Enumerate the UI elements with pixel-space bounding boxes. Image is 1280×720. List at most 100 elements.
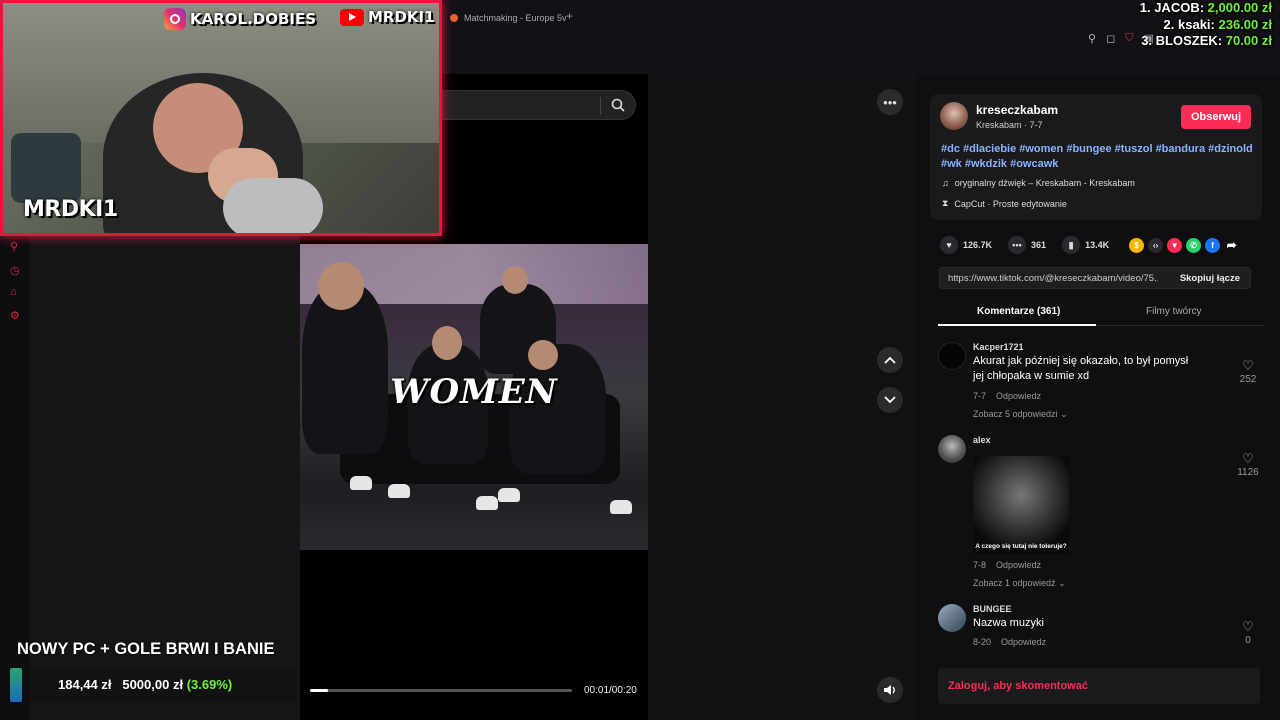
- youtube-handle: MRDKI1: [340, 8, 435, 26]
- login-to-comment-bar[interactable]: Zaloguj, aby skomentować: [938, 668, 1260, 704]
- tab-creator-videos[interactable]: Filmy twórcy: [1146, 306, 1202, 317]
- browser-tab[interactable]: Matchmaking - Europe 5v: [450, 8, 567, 28]
- search-icon[interactable]: [611, 98, 625, 112]
- comment-image-caption: A czego się tutaj nie toleruje?: [975, 543, 1067, 550]
- embed-icon[interactable]: ‹›: [1148, 237, 1164, 253]
- comment-avatar[interactable]: [938, 604, 966, 632]
- view-replies-button[interactable]: Zobacz 1 odpowiedź ⌄: [973, 578, 1066, 589]
- comment-item: Kacper1721 Akurat jak później się okazał…: [938, 342, 1264, 422]
- login-prompt[interactable]: Zaloguj, aby skomentować: [948, 680, 1088, 692]
- donation-leaderboard: 1. JACOB: 2,000.00 zł 2. ksaki: 236.00 z…: [1140, 0, 1272, 50]
- comment-item: BUNGEE Nazwa muzyki 8-20 Odpowiedz ♡ 0: [938, 604, 1264, 652]
- follow-button[interactable]: Obserwuj: [1181, 105, 1251, 129]
- search-input[interactable]: [430, 90, 636, 120]
- goal-current: 184,44 zł: [58, 677, 112, 692]
- whatsapp-icon[interactable]: ✆: [1186, 237, 1202, 253]
- search-divider: [600, 97, 601, 115]
- sound-line[interactable]: ♫ oryginalny dźwięk – Kreskabam - Kreska…: [942, 178, 1135, 188]
- window-icon[interactable]: ◻: [1106, 32, 1115, 45]
- send-icon[interactable]: ▼: [1167, 237, 1183, 253]
- new-tab-button[interactable]: +: [566, 9, 573, 23]
- comment-like-button[interactable]: ♡ 1126: [1234, 451, 1262, 478]
- goal-progress-bar: [10, 668, 22, 702]
- leaderboard-row: 3. BLOSZEK: 70.00 zł: [1140, 33, 1272, 50]
- active-tab-indicator: [938, 324, 1096, 326]
- reply-button[interactable]: Odpowiedz: [996, 560, 1041, 570]
- shield-icon[interactable]: ⛉: [1125, 32, 1133, 45]
- comment-image[interactable]: A czego się tutaj nie toleruje?: [973, 456, 1069, 554]
- reply-button[interactable]: Odpowiedz: [1001, 637, 1046, 647]
- view-replies-button[interactable]: Zobacz 5 odpowiedzi ⌄: [973, 409, 1068, 420]
- sound-name: oryginalny dźwięk – Kreskabam - Kreskaba…: [954, 178, 1135, 188]
- tab-comments[interactable]: Komentarze (361): [977, 306, 1060, 317]
- comment-meta: 7-8 Odpowiedz: [973, 560, 1041, 570]
- bookmark-icon[interactable]: ⌂: [10, 286, 22, 298]
- youtube-icon: [340, 8, 364, 26]
- save-stat[interactable]: ▮ 13.4K: [1062, 236, 1109, 254]
- leaderboard-amount: 70.00 zł: [1225, 33, 1272, 48]
- bookmark-icon: ▮: [1062, 236, 1081, 254]
- leaderboard-amount: 236.00 zł: [1218, 16, 1273, 32]
- chevron-down-icon: [884, 396, 896, 404]
- video-shoe: [350, 476, 372, 490]
- clock-icon[interactable]: ◷: [10, 264, 22, 277]
- copy-link-button[interactable]: Skopiuj łącze: [1180, 273, 1240, 284]
- like-stat[interactable]: ♥ 126.7K: [940, 236, 992, 254]
- video-shoe: [610, 500, 632, 514]
- comment-like-count: 0: [1245, 635, 1251, 646]
- comment-username[interactable]: BUNGEE: [973, 604, 1012, 614]
- goal-target: 5000,00 zł: [122, 677, 184, 692]
- nav-column: [648, 74, 916, 720]
- creator-username[interactable]: kreseczkabam: [976, 103, 1058, 117]
- video-player[interactable]: WOMEN: [300, 244, 648, 550]
- panel-tabs: Komentarze (361) Filmy twórcy: [938, 302, 1264, 326]
- comment-like-button[interactable]: ♡ 0: [1234, 619, 1262, 646]
- tab-title: Matchmaking - Europe 5v: [464, 13, 567, 23]
- facebook-icon[interactable]: f: [1205, 237, 1221, 253]
- video-person-head: [502, 266, 528, 294]
- creator-avatar[interactable]: [940, 102, 968, 130]
- leaderboard-row: 1. JACOB: 2,000.00 zł: [1140, 0, 1272, 17]
- video-progress-bar[interactable]: [310, 689, 572, 692]
- comment-avatar[interactable]: [938, 435, 966, 463]
- webcam-pillow: [11, 133, 81, 203]
- share-arrow-icon[interactable]: ➦: [1224, 238, 1239, 253]
- comment-meta: 8-20 Odpowiedz: [973, 637, 1046, 647]
- speaker-icon: [884, 685, 895, 695]
- comment-count: 361: [1031, 240, 1047, 250]
- comment-date: 7-8: [973, 560, 987, 570]
- leaderboard-row: 2. ksaki: 236.00 zł: [1140, 17, 1272, 34]
- video-person-head: [318, 262, 364, 310]
- comment-avatar[interactable]: [938, 342, 966, 370]
- instagram-handle: KAROL.DOBIES: [164, 8, 316, 30]
- comment-username[interactable]: Kacper1721: [973, 342, 1024, 352]
- comment-stat[interactable]: ••• 361: [1008, 236, 1046, 254]
- video-person-head: [528, 340, 558, 370]
- screen: Matchmaking - Europe 5v + ⚲ ◻ ⛉ ▣ ⚲ ◷ ⌂ …: [0, 0, 1280, 720]
- previous-video-button[interactable]: [877, 347, 903, 373]
- coin-icon[interactable]: $: [1129, 237, 1145, 253]
- streamer-name: MRDKI1: [23, 197, 118, 222]
- heart-icon: ♥: [940, 236, 958, 254]
- more-options-button[interactable]: •••: [877, 89, 903, 115]
- gear-icon[interactable]: ⚙: [10, 309, 22, 322]
- instagram-label: KAROL.DOBIES: [190, 10, 317, 28]
- next-video-button[interactable]: [877, 387, 903, 413]
- goal-amounts: 184,44 zł 5000,00 zł (3.69%): [58, 677, 232, 692]
- comment-username[interactable]: alex: [973, 435, 991, 445]
- heart-outline-icon: ♡: [1242, 619, 1254, 634]
- post-hashtags[interactable]: #dc #dlaciebie #women #bungee #tuszol #b…: [941, 142, 1253, 172]
- volume-button[interactable]: [877, 677, 903, 703]
- pin-icon[interactable]: ⚲: [10, 240, 22, 253]
- comment-like-count: 252: [1239, 374, 1257, 385]
- pin-icon[interactable]: ⚲: [1088, 32, 1096, 45]
- reply-button[interactable]: Odpowiedz: [996, 391, 1041, 401]
- video-url-field[interactable]: https://www.tiktok.com/@kreseczkabam/vid…: [939, 267, 1251, 289]
- leaderboard-name: 2. ksaki:: [1163, 16, 1215, 32]
- comment-like-button[interactable]: ♡ 252: [1234, 358, 1262, 385]
- comment-like-count: 1126: [1237, 467, 1259, 478]
- capcut-line[interactable]: ⧗ CapCut · Proste edytowanie: [942, 198, 1067, 209]
- video-person-head: [432, 326, 462, 360]
- chevron-down-icon: ⌄: [1058, 578, 1066, 588]
- comment-item: alex A czego się tutaj nie toleruje? 7-8…: [938, 435, 1264, 595]
